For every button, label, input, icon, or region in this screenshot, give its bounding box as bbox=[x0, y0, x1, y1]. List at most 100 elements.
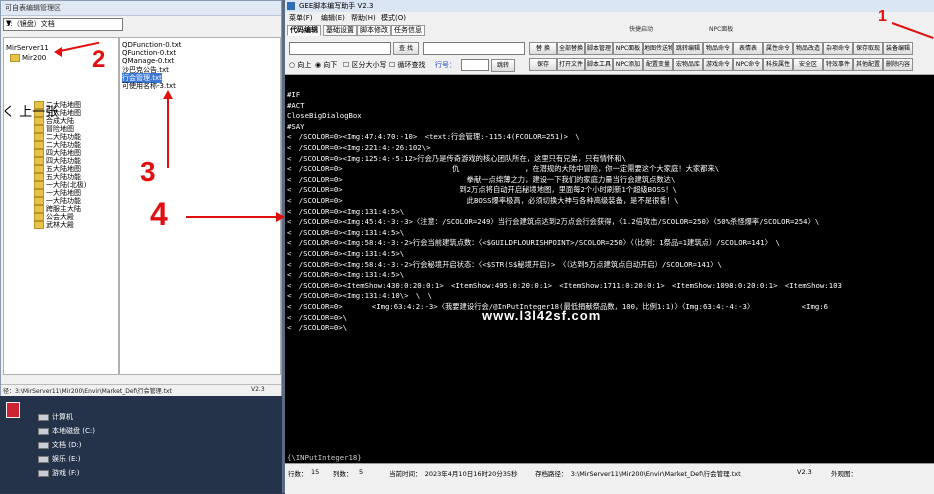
col-label: 列数： bbox=[333, 470, 353, 478]
toolbar-button[interactable]: NPC命令 bbox=[733, 58, 763, 71]
file-item[interactable]: QDFunction-0.txt bbox=[122, 41, 182, 49]
radio-down[interactable]: ◉ 向下 bbox=[315, 60, 337, 70]
group-label-quick: 快捷启动 bbox=[629, 26, 654, 33]
prev-image-label[interactable]: く 上一张 bbox=[2, 101, 58, 120]
search-input[interactable] bbox=[289, 42, 391, 55]
chevron-down-icon[interactable]: ▼ bbox=[6, 19, 121, 27]
toolbar-button[interactable]: 宏物品库 bbox=[673, 58, 703, 71]
toolbar-button[interactable]: NPC面板 bbox=[613, 42, 643, 55]
code-line: < /SCOLOR=0><Img:131:4:5>\ bbox=[287, 206, 405, 216]
toolbar-button[interactable]: 脚本管理 bbox=[585, 42, 613, 55]
toolbar-button[interactable]: 地图传送物品 bbox=[643, 42, 673, 55]
folder-icon bbox=[34, 221, 44, 229]
desktop-drive-item[interactable]: 文档 (D:) bbox=[38, 440, 81, 450]
code-line: < /SCOLOR=0><Img:45:4:-3:-3>〈注意：/SCOLOR=… bbox=[287, 217, 820, 227]
col-value: 5 bbox=[359, 468, 364, 476]
toolbar-button[interactable]: 脚本工具 bbox=[585, 58, 613, 71]
status-path: 存档路径： 3:\MirServer11\Mir200\Envir\Market… bbox=[535, 470, 741, 478]
explorer-title-bar: 可自表编辑管理区 bbox=[1, 1, 281, 16]
code-line: < /SCOLOR=0><Img:58:4:-3:-2>行会秘境开启状态：〈<$… bbox=[287, 259, 722, 269]
watermark: www.l3l42sf.com bbox=[482, 308, 602, 323]
row-value: 15 bbox=[311, 468, 320, 476]
toolbar-button[interactable]: 保存 bbox=[529, 58, 557, 71]
toolbar-button[interactable]: 安全区 bbox=[793, 58, 823, 71]
tab-script-modify[interactable]: 脚本修改 bbox=[357, 25, 391, 36]
toolbar-button[interactable]: NPC添加 bbox=[613, 58, 643, 71]
annotation-num-3: 3 bbox=[140, 156, 156, 187]
code-editor[interactable]: #IF #ACT CloseBigDialogBox #SAY < /SCOLOR=0>… bbox=[285, 75, 934, 463]
annotation-line-3 bbox=[167, 98, 169, 168]
folder-tree[interactable]: MirServer11 Mir200 二大陆地图 三大陆地图 合成大陆 冒险地图 二大陆… bbox=[3, 37, 119, 375]
desktop-drive-item[interactable]: 游戏 (F:) bbox=[38, 468, 80, 478]
search-button[interactable]: 查 找 bbox=[393, 42, 419, 55]
checkbox-case[interactable]: ☐ 区分大小写 bbox=[343, 60, 387, 70]
toolbar-button[interactable]: 表情表 bbox=[733, 42, 763, 55]
tab-code-edit[interactable]: 代码编辑 bbox=[287, 25, 321, 36]
menu-help[interactable]: 帮助(H) bbox=[351, 13, 376, 23]
annotation-arrowhead-3 bbox=[163, 90, 173, 99]
radio-up[interactable]: ○ 向上 bbox=[289, 60, 311, 70]
menu-edit[interactable]: 编辑(E) bbox=[321, 13, 345, 23]
file-item[interactable]: QManage-0.txt bbox=[122, 57, 174, 65]
script-editor-window: GEE脚本编写助手 V2.3 菜单(F) 编辑(E) 帮助(H) 模式(O) 代… bbox=[285, 0, 934, 494]
desktop-area: 计算机本地磁盘 (C:) 文档 (D:) 娱乐 (E:) 游戏 (F:) bbox=[0, 396, 282, 493]
code-line: < /SCOLOR=0> 仇 ，在潜规的大陆中冒险，你一定需要这个大家庭！大家都… bbox=[287, 164, 720, 174]
desktop-drive-item[interactable]: 娱乐 (E:) bbox=[38, 454, 80, 464]
desktop-drive-item[interactable]: 计算机 bbox=[38, 412, 73, 422]
code-line: CloseBigDialogBox bbox=[287, 111, 362, 121]
file-item[interactable]: QFunction-0.txt bbox=[122, 49, 176, 57]
code-line: < /SCOLOR=0><Img:125:4:-5:12>行会乃是传奇游戏的核心… bbox=[287, 153, 627, 163]
goto-button[interactable]: 跳转 bbox=[491, 59, 515, 72]
menu-mode[interactable]: 模式(O) bbox=[381, 13, 406, 23]
code-line: < /SCOLOR=0> 拳献一点绵薄之力，建设一下我们的家庭力量当行会建筑点数… bbox=[287, 174, 676, 184]
annotation-num-4: 4 bbox=[150, 196, 168, 232]
annotation-num-2: 2 bbox=[92, 46, 106, 73]
toolbar-button[interactable]: 跳转编辑 bbox=[673, 42, 703, 55]
desktop-drive-label: 游戏 (F:) bbox=[52, 469, 80, 477]
menu-file[interactable]: 菜单(F) bbox=[289, 13, 313, 23]
desktop-drive-label: 计算机 bbox=[52, 413, 73, 421]
toolbar-button[interactable]: 打开文件 bbox=[557, 58, 585, 71]
drive-combo[interactable]: 3:（镜盘）文档 ▼ bbox=[3, 18, 123, 31]
toolbar-button[interactable]: 属性命令 bbox=[763, 42, 793, 55]
toolbar-button[interactable]: 杂项命令 bbox=[823, 42, 853, 55]
line-number-input[interactable] bbox=[461, 59, 489, 71]
annotation-line-4 bbox=[186, 216, 278, 218]
file-list[interactable]: QDFunction-0.txt QFunction-0.txt QManage-0… bbox=[119, 37, 281, 375]
toolbar-button[interactable]: 物品命令 bbox=[703, 42, 733, 55]
tab-basic-settings[interactable]: 基础设置 bbox=[323, 25, 357, 36]
status-time: 当前时间： 2023年4月10日16时20分35秒 bbox=[389, 470, 518, 478]
toolbar-button[interactable]: 特效事件 bbox=[823, 58, 853, 71]
toolbar-button[interactable]: 科技属性 bbox=[763, 58, 793, 71]
explorer-status-path: 径：3:\MirServer11\Mir200\Envir\Market_Def… bbox=[3, 388, 172, 395]
explorer-title: 可自表编辑管理区 bbox=[5, 4, 61, 12]
toolbar-button[interactable]: 配置变量 bbox=[643, 58, 673, 71]
desktop-drive-item[interactable]: 本地磁盘 (C:) bbox=[38, 426, 95, 436]
annotation-arrowhead-2 bbox=[54, 47, 62, 57]
toolbar-button[interactable]: 其他配置 bbox=[853, 58, 883, 71]
toolbar-button[interactable]: 物品改造 bbox=[793, 42, 823, 55]
status-stored-label: 外观图： bbox=[831, 470, 857, 478]
editor-footer-area: {\INPutInteger18} bbox=[285, 452, 934, 463]
toolbar-button[interactable]: 替 换 bbox=[529, 42, 557, 55]
code-line: < /SCOLOR=0><Img:47:4:70:-10> <text:行会管理… bbox=[287, 132, 580, 142]
recycle-icon[interactable] bbox=[6, 402, 20, 418]
toolbar-button[interactable]: 删除内容 bbox=[883, 58, 913, 71]
replace-input[interactable] bbox=[423, 42, 525, 55]
folder-icon bbox=[10, 54, 20, 62]
tree-root[interactable]: MirServer11 bbox=[6, 44, 49, 52]
checkbox-loop-label: 循环查找 bbox=[397, 61, 426, 69]
tree-sub[interactable]: Mir200 bbox=[10, 54, 46, 62]
code-line: < /SCOLOR=0> 此BOSS爆率极高，必须切换大神与各种高级装备，是不是… bbox=[287, 196, 679, 205]
radio-down-label: 向下 bbox=[323, 61, 338, 69]
toolbar-button[interactable]: 游戏命令 bbox=[703, 58, 733, 71]
disk-icon bbox=[38, 427, 49, 435]
toolbar-button[interactable]: 装备编辑 bbox=[883, 42, 913, 55]
toolbar-button[interactable]: 全部替换 bbox=[557, 42, 585, 55]
checkbox-loop[interactable]: ☐ 循环查找 bbox=[389, 60, 426, 70]
tab-task-info[interactable]: 任务信息 bbox=[391, 25, 425, 36]
toolbar-button[interactable]: 保存取现 bbox=[853, 42, 883, 55]
disk-icon bbox=[38, 413, 49, 421]
tree-folder-item[interactable]: 武林大殿 bbox=[34, 220, 74, 230]
desktop-drive-label: 文档 (D:) bbox=[52, 441, 82, 449]
